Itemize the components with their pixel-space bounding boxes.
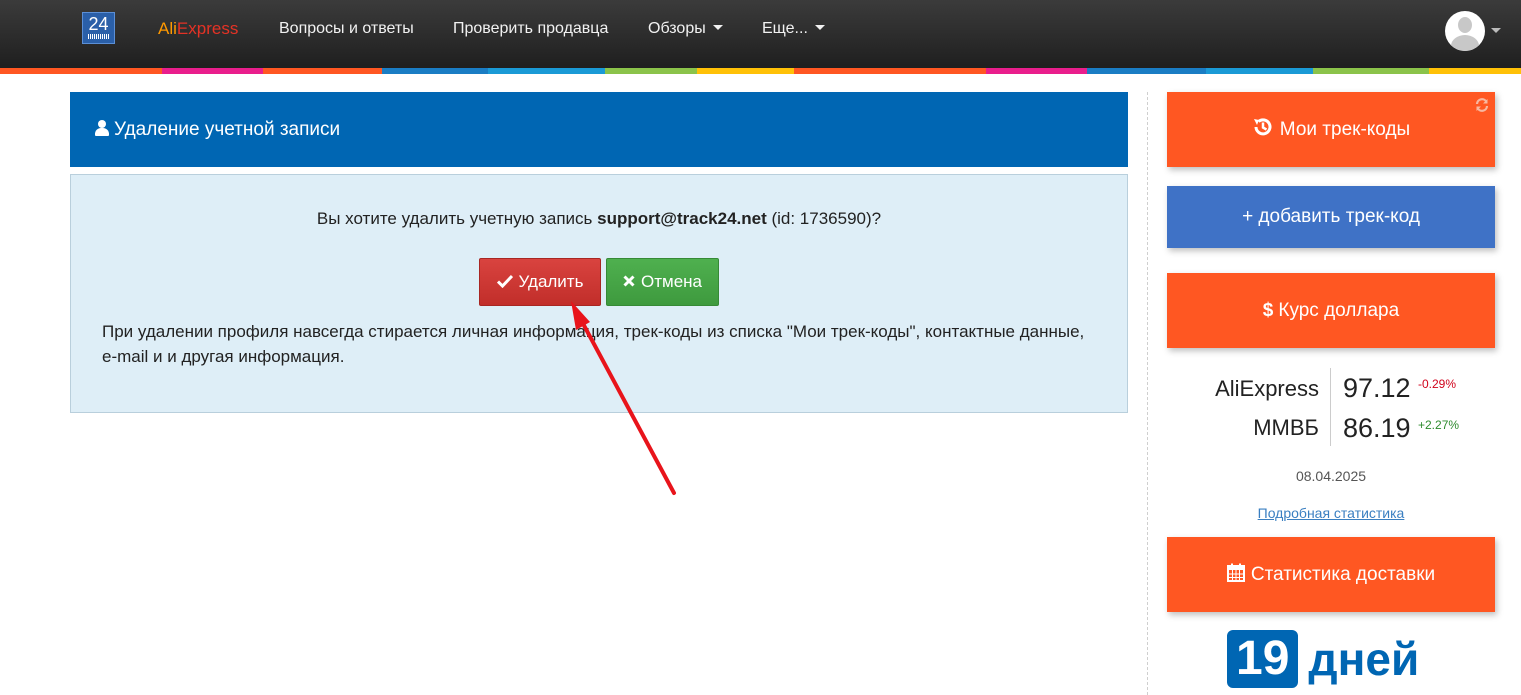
stripe-segment <box>1206 68 1313 74</box>
delivery-stats-label: Статистика доставки <box>1250 564 1436 585</box>
question-prefix: Вы хотите удалить учетную запись <box>316 209 598 228</box>
brand-part-ali: Ali <box>158 19 177 38</box>
rate-name-aliexpress: AliExpress <box>1215 376 1319 401</box>
rate-date: 08.04.2025 <box>1295 468 1367 484</box>
deletion-note: При удалении профиля навсегда стирается … <box>102 322 1085 366</box>
stripe-segment <box>381 68 489 74</box>
dollar-rate-button[interactable]: $ Курс доллара <box>1167 273 1495 348</box>
brand-part-express: Express <box>176 19 239 38</box>
my-tracks-button[interactable]: Мои трек-коды <box>1167 92 1495 167</box>
detailed-stats-link[interactable]: Подробная статистика <box>1167 505 1495 521</box>
stripe-segment <box>794 68 986 74</box>
user-icon <box>94 120 110 136</box>
nav-reviews-label: Обзоры <box>648 20 706 37</box>
logo-number: 24 <box>88 14 109 34</box>
nav-qa[interactable]: Вопросы и ответы <box>279 0 414 58</box>
panel-title: Удаление учетной записи <box>94 119 340 141</box>
caret-down-icon <box>712 25 723 30</box>
avatar-caret-down-icon[interactable] <box>1491 28 1501 33</box>
sidebar-divider <box>1147 92 1148 695</box>
stripe-segment <box>1429 68 1521 74</box>
stripe-segment <box>488 68 606 74</box>
panel-title-text: Удаление учетной записи <box>114 119 341 140</box>
rate-change-aliexpress: -0.29% <box>1418 377 1457 391</box>
nav-more-dropdown[interactable]: Еще... <box>762 0 825 58</box>
stripe-segment <box>985 68 1088 74</box>
cancel-button[interactable]: Отмена <box>606 258 719 306</box>
stripe-segment <box>1087 68 1207 74</box>
nav-reviews-dropdown[interactable]: Обзоры <box>648 0 723 58</box>
stripe-segment <box>605 68 697 74</box>
history-icon <box>1253 118 1272 136</box>
barcode-icon <box>88 34 110 39</box>
nav-aliexpress[interactable]: AliExpress <box>158 0 238 58</box>
delete-button-label: Удалить <box>518 272 584 291</box>
stripe-segment <box>0 68 162 74</box>
rates-separator <box>1330 368 1331 446</box>
account-email: support@track24.net <box>597 209 767 228</box>
panel-header: Удаление учетной записи <box>70 92 1128 167</box>
question-suffix: (id: 1736590)? <box>766 209 882 228</box>
my-tracks-label: Мои трек-коды <box>1279 119 1411 140</box>
stripe-segment <box>696 68 795 74</box>
check-icon <box>496 274 513 289</box>
stripe-segment <box>263 68 382 74</box>
add-track-button[interactable]: + добавить трек-код <box>1167 186 1495 248</box>
top-navbar: 24 AliExpress Вопросы и ответы Проверить… <box>0 0 1521 68</box>
stripe-segment <box>1312 68 1430 74</box>
days-word: дней <box>1308 633 1420 685</box>
delivery-stats-button[interactable]: Статистика доставки <box>1167 537 1495 612</box>
close-icon <box>623 275 635 287</box>
delete-question: Вы хотите удалить учетную запись support… <box>71 209 1127 229</box>
caret-down-icon <box>814 25 825 30</box>
avatar-body <box>1451 35 1479 51</box>
nav-more-label: Еще... <box>762 20 808 37</box>
avatar-head <box>1458 17 1472 33</box>
days-number: 19 <box>1227 630 1299 688</box>
dollar-icon: $ <box>1262 300 1274 321</box>
rate-name-mmvb: ММВБ <box>1253 415 1319 440</box>
rate-change-mmvb: +2.27% <box>1418 418 1460 432</box>
panel-body: Вы хотите удалить учетную запись support… <box>70 174 1128 413</box>
nav-check-seller[interactable]: Проверить продавца <box>453 0 608 58</box>
color-stripe <box>0 68 1521 74</box>
rates-block: AliExpress 97.12 -0.29% ММВБ 86.19 +2.27… <box>1167 368 1495 448</box>
calendar-icon <box>1226 563 1245 582</box>
site-logo[interactable]: 24 <box>82 12 115 44</box>
dollar-rate-label: Курс доллара <box>1278 300 1400 321</box>
rate-value-aliexpress: 97.12 <box>1343 373 1411 403</box>
rate-value-mmvb: 86.19 <box>1343 413 1411 443</box>
delete-button[interactable]: Удалить <box>479 258 601 306</box>
delivery-days: 19 дней <box>1227 630 1419 690</box>
stripe-segment <box>161 68 264 74</box>
cancel-button-label: Отмена <box>641 272 702 291</box>
user-avatar[interactable] <box>1445 11 1485 51</box>
refresh-icon[interactable] <box>1474 97 1490 116</box>
